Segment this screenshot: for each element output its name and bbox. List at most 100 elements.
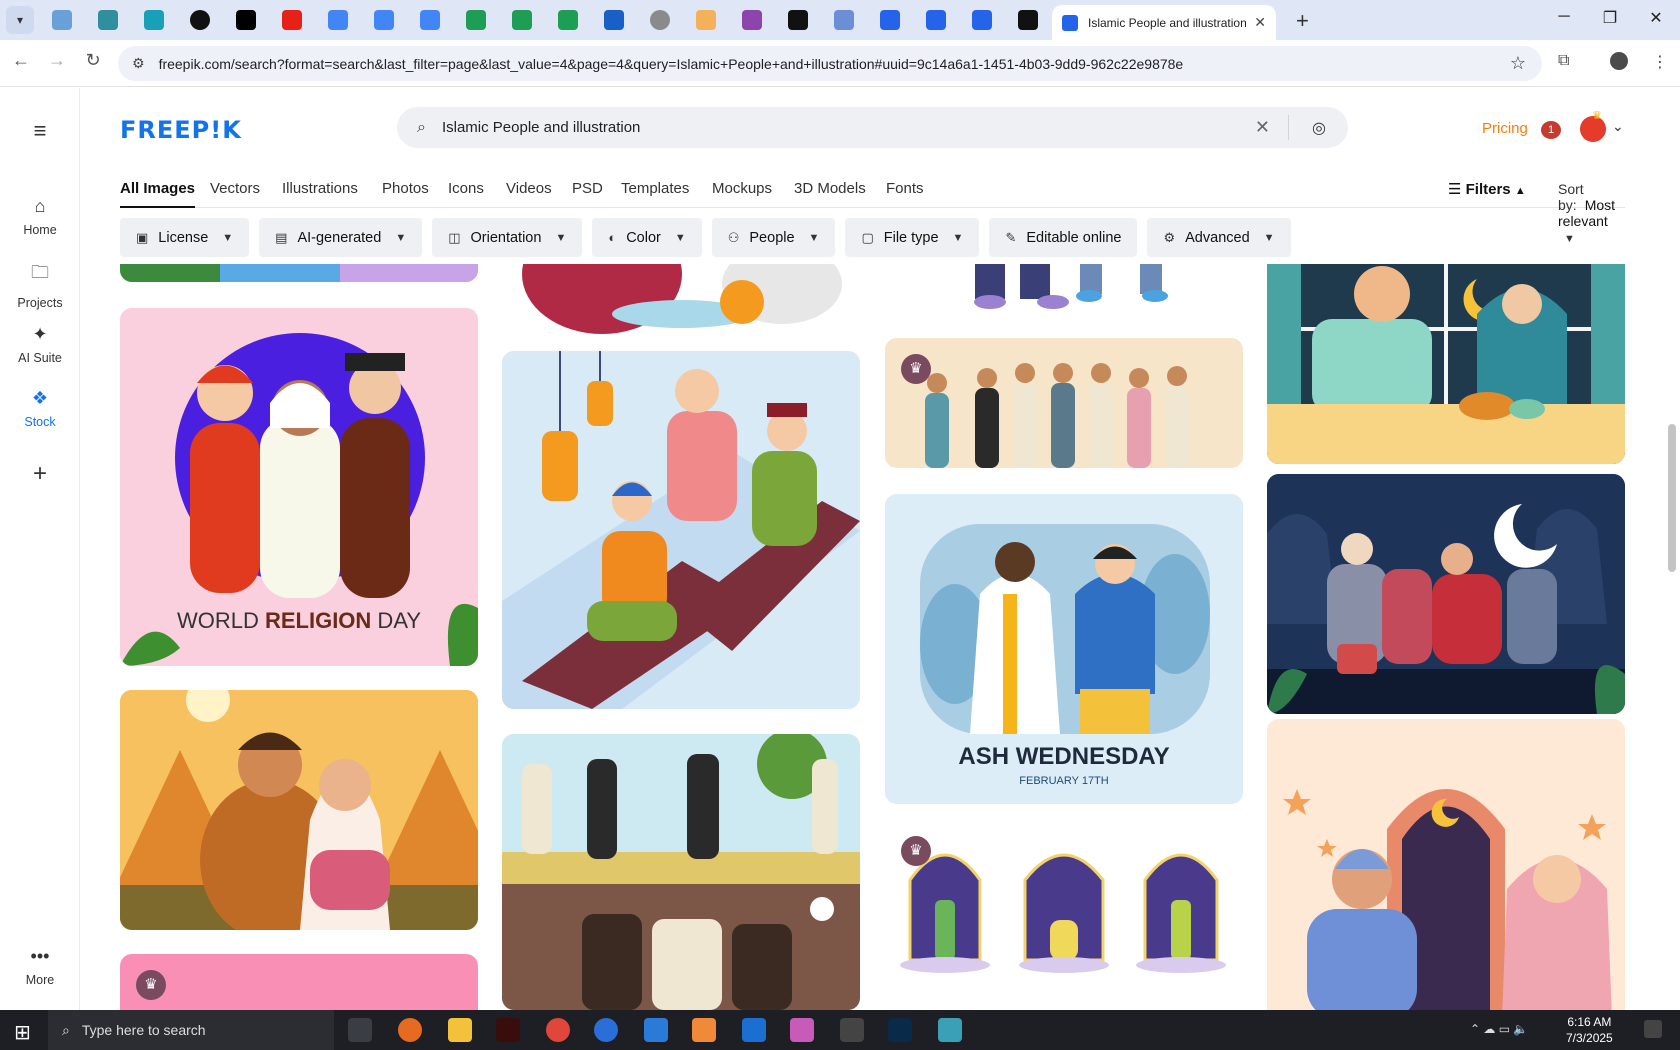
filter-file-type[interactable]: ▢ File type ▼ — [845, 218, 980, 257]
task-view-icon[interactable] — [348, 1018, 372, 1042]
tab-mockups[interactable]: Mockups — [712, 180, 772, 197]
tab-favicon[interactable] — [880, 10, 900, 30]
bookmark-star-icon[interactable]: ☆ — [1510, 53, 1526, 74]
sidebar-item-ai-suite[interactable]: ✦ AI Suite — [0, 324, 80, 365]
image-card[interactable] — [1267, 719, 1625, 1010]
clear-search-icon[interactable]: ✕ — [1255, 117, 1270, 138]
notification-badge[interactable]: 1 — [1541, 121, 1561, 139]
app-icon[interactable] — [692, 1018, 716, 1042]
image-card[interactable]: WORLD RELIGION DAY — [120, 308, 478, 666]
outlook-icon[interactable] — [742, 1018, 766, 1042]
active-tab[interactable]: Islamic People and illustration vectors … — [1052, 5, 1276, 40]
close-window-button[interactable]: ✕ — [1636, 8, 1676, 28]
firefox-icon[interactable] — [398, 1018, 422, 1042]
windows-start-icon[interactable]: ⊞ — [14, 1020, 31, 1045]
tab-favicon[interactable] — [98, 10, 118, 30]
site-info-icon[interactable]: ⚙ — [132, 55, 145, 72]
search-bar[interactable]: ⌕ Islamic People and illustration ✕ ◎ — [397, 107, 1348, 148]
tab-icons[interactable]: Icons — [448, 180, 484, 197]
tab-favicon[interactable] — [926, 10, 946, 30]
restore-button[interactable]: ❐ — [1590, 8, 1630, 28]
taskbar-search[interactable]: ⌕ Type here to search — [48, 1010, 334, 1050]
camera-search-icon[interactable]: ◎ — [1312, 118, 1326, 138]
system-tray-icons[interactable]: ⌃ ☁ ▭ 🔈 — [1470, 1022, 1528, 1036]
app-icon[interactable] — [938, 1018, 962, 1042]
tab-favicon[interactable] — [788, 10, 808, 30]
tab-photos[interactable]: Photos — [382, 180, 429, 197]
back-button[interactable]: ← — [8, 50, 34, 71]
image-card[interactable]: ♛ — [885, 820, 1243, 1010]
notifications-icon[interactable] — [1644, 1020, 1662, 1038]
tab-templates[interactable]: Templates — [621, 180, 689, 197]
tab-3d-models[interactable]: 3D Models — [794, 180, 866, 197]
vscode-icon[interactable] — [644, 1018, 668, 1042]
image-card[interactable] — [502, 351, 860, 709]
tab-favicon[interactable] — [374, 10, 394, 30]
tab-favicon[interactable] — [650, 10, 670, 30]
tab-favicon[interactable] — [420, 10, 440, 30]
filter-editable-online[interactable]: ✎ Editable online — [989, 218, 1138, 257]
tab-favicon[interactable] — [1018, 10, 1038, 30]
tab-favicon[interactable] — [282, 10, 302, 30]
image-card[interactable] — [120, 264, 478, 282]
sort-dropdown[interactable]: Sort by: Most relevant ▼ — [1558, 181, 1625, 245]
image-card[interactable]: ♛ — [120, 954, 478, 1010]
pricing-link[interactable]: Pricing — [1482, 120, 1528, 137]
tab-favicon[interactable] — [328, 10, 348, 30]
file-explorer-icon[interactable] — [448, 1018, 472, 1042]
tab-favicon[interactable] — [834, 10, 854, 30]
forward-button[interactable]: → — [44, 50, 70, 71]
zoom-icon[interactable] — [594, 1018, 618, 1042]
app-icon[interactable] — [790, 1018, 814, 1042]
tab-search-button[interactable]: ▾ — [6, 6, 34, 34]
tab-favicon[interactable] — [466, 10, 486, 30]
tab-favicon[interactable] — [558, 10, 578, 30]
chevron-down-icon[interactable]: ⌄ — [1612, 118, 1624, 135]
image-card[interactable]: ♛ — [885, 338, 1243, 468]
tab-favicon[interactable] — [742, 10, 762, 30]
image-card[interactable] — [502, 264, 860, 336]
chrome-menu-icon[interactable]: ⋮ — [1652, 52, 1668, 72]
sidebar-item-stock[interactable]: ❖ Stock — [0, 388, 80, 429]
filters-toggle[interactable]: ☰ Filters ▲ — [1448, 180, 1526, 198]
photoshop-icon[interactable] — [888, 1018, 912, 1042]
taskbar-clock[interactable]: 6:16 AM 7/3/2025 — [1566, 1014, 1613, 1046]
filter-license[interactable]: ▣ License ▼ — [120, 218, 250, 257]
tab-favicon[interactable] — [52, 10, 72, 30]
tab-favicon[interactable] — [190, 10, 210, 30]
filter-color[interactable]: ◐ Color ▼ — [592, 218, 702, 257]
search-input[interactable]: Islamic People and illustration — [442, 119, 640, 136]
chrome-icon[interactable] — [546, 1018, 570, 1042]
pen-tool-icon[interactable] — [840, 1018, 864, 1042]
illustrator-icon[interactable] — [496, 1018, 520, 1042]
close-tab-icon[interactable]: ✕ — [1254, 14, 1266, 31]
filter-people[interactable]: ⚇ People ▼ — [711, 218, 836, 257]
freepik-logo[interactable]: FREEP!K — [120, 116, 242, 144]
hamburger-menu-icon[interactable]: ≡ — [0, 118, 80, 144]
sidebar-item-home[interactable]: ⌂ Home — [0, 196, 80, 237]
tab-illustrations[interactable]: Illustrations — [282, 180, 358, 197]
tab-all-images[interactable]: All Images — [120, 180, 196, 208]
image-card[interactable] — [885, 264, 1243, 324]
filter-orientation[interactable]: ◫ Orientation ▼ — [432, 218, 583, 257]
tab-videos[interactable]: Videos — [506, 180, 552, 197]
tab-favicon[interactable] — [236, 10, 256, 30]
image-card[interactable]: ASH WEDNESDAY FEBRUARY 17TH — [885, 494, 1243, 804]
sidebar-item-more[interactable]: ••• More — [0, 946, 80, 987]
url-bar[interactable]: ⚙ freepik.com/search?format=search&last_… — [118, 46, 1542, 81]
sidebar-item-projects[interactable]: 🗀 Projects — [0, 260, 80, 310]
tab-favicon[interactable] — [144, 10, 164, 30]
profile-avatar[interactable] — [1610, 52, 1628, 70]
tab-vectors[interactable]: Vectors — [210, 180, 260, 197]
image-card[interactable] — [502, 734, 860, 1010]
scrollbar-thumb[interactable] — [1668, 424, 1676, 572]
tab-favicon[interactable] — [972, 10, 992, 30]
taskbar-search-input[interactable]: Type here to search — [82, 1022, 206, 1038]
minimize-button[interactable]: ─ — [1544, 8, 1584, 26]
reload-button[interactable]: ↻ — [80, 50, 106, 71]
tab-psd[interactable]: PSD — [572, 180, 603, 197]
tab-favicon[interactable] — [512, 10, 532, 30]
tab-favicon[interactable] — [604, 10, 624, 30]
image-card[interactable] — [1267, 474, 1625, 714]
image-card[interactable] — [120, 690, 478, 930]
